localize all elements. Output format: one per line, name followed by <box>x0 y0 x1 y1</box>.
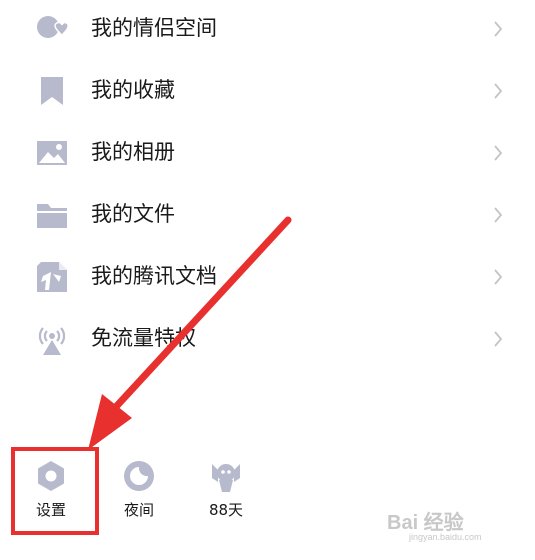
settings-highlight-box <box>11 447 99 535</box>
chevron-right-icon <box>493 20 503 38</box>
chevron-right-icon <box>493 330 503 348</box>
menu-item-label: 我的腾讯文档 <box>91 264 217 288</box>
watermark-text: Bai 经验 <box>387 512 464 534</box>
watermark-url: jingyan.baidu.com <box>409 532 482 542</box>
night-mode-label: 夜间 <box>123 501 154 519</box>
menu-item-album[interactable]: 我的相册 <box>0 124 535 186</box>
chevron-right-icon <box>493 144 503 162</box>
menu-item-label: 我的情侣空间 <box>91 16 217 40</box>
folder-icon <box>35 198 69 232</box>
menu-item-label: 我的文件 <box>91 202 175 226</box>
chevron-right-icon <box>493 82 503 100</box>
bookmark-icon <box>35 74 69 108</box>
menu-item-label: 免流量特权 <box>91 326 196 350</box>
signal-tower-icon <box>35 322 69 356</box>
qq-sidebar-screen: 我的情侣空间 我的收藏 我的相册 我的文件 我的腾讯文档 免流量特权 设置 夜间… <box>0 0 535 560</box>
tencent-docs-icon <box>35 260 69 294</box>
night-mode-button[interactable]: 夜间 <box>104 452 174 532</box>
menu-item-couple-space[interactable]: 我的情侣空间 <box>0 0 535 62</box>
menu-item-tencent-docs[interactable]: 我的腾讯文档 <box>0 248 535 310</box>
chevron-right-icon <box>493 206 503 224</box>
menu-item-free-data[interactable]: 免流量特权 <box>0 310 535 372</box>
menu-item-favorites[interactable]: 我的收藏 <box>0 62 535 124</box>
weather-label: 88天 <box>208 501 244 519</box>
photo-album-icon <box>35 136 69 170</box>
menu-item-label: 我的收藏 <box>91 78 175 102</box>
couple-space-icon <box>35 12 69 46</box>
menu-item-files[interactable]: 我的文件 <box>0 186 535 248</box>
weather-button[interactable]: 88天 <box>191 452 261 532</box>
weather-icon <box>208 458 244 494</box>
moon-icon <box>121 458 157 494</box>
menu-item-label: 我的相册 <box>91 140 175 164</box>
baidu-watermark: Bai 经验 jingyan.baidu.com <box>387 506 507 546</box>
chevron-right-icon <box>493 268 503 286</box>
